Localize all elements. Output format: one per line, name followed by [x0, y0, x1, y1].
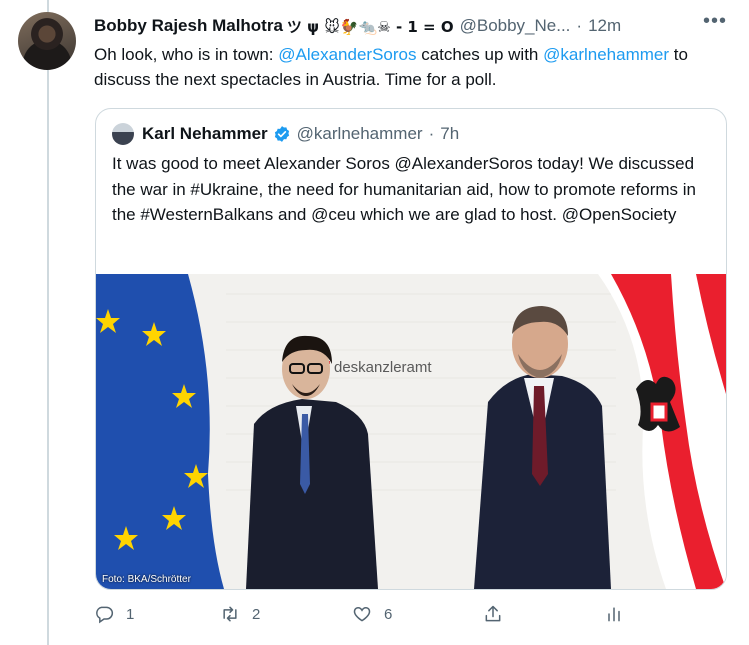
photo-credit: Foto: BKA/Schrötter — [102, 574, 191, 585]
avatar[interactable] — [18, 12, 76, 70]
verified-badge-icon — [274, 126, 289, 142]
tweet-header: Bobby Rajesh Malhotra ツ ψ 🐭🐓🐀☠ - 1 = O @… — [94, 14, 749, 38]
quoted-tweet[interactable]: Karl Nehammer @karlnehammer · 7h It was … — [95, 108, 727, 590]
photo-illustration: deskanzleramt — [96, 274, 726, 589]
tweet-time[interactable]: 12m — [588, 16, 621, 36]
share-icon — [485, 605, 501, 622]
share-button[interactable] — [483, 604, 515, 624]
author-name[interactable]: Bobby Rajesh Malhotra — [94, 16, 283, 36]
quoted-avatar[interactable] — [112, 123, 134, 145]
wall-text: deskanzleramt — [334, 359, 432, 376]
quoted-photo[interactable]: deskanzleramt Foto: BKA/Schrötter — [96, 274, 726, 589]
separator-dot: · — [428, 124, 435, 143]
like-count: 6 — [384, 605, 393, 623]
more-options-icon[interactable]: ••• — [703, 10, 727, 33]
quoted-author-name[interactable]: Karl Nehammer — [142, 124, 268, 144]
analytics-button[interactable] — [604, 604, 636, 624]
tweet-text-part: Oh look, who is in town: — [94, 45, 279, 64]
reply-count: 1 — [126, 605, 135, 623]
like-button[interactable]: 6 — [352, 604, 392, 624]
thread-connector-line — [47, 0, 49, 645]
mention-link[interactable]: @karlnehammer — [543, 45, 669, 64]
heart-icon — [353, 606, 371, 622]
retweet-button[interactable]: 2 — [220, 604, 260, 624]
reply-button[interactable]: 1 — [94, 604, 134, 624]
tweet-text-part: catches up with — [416, 45, 544, 64]
tweet-text: Oh look, who is in town: @AlexanderSoros… — [94, 42, 734, 92]
action-bar: 1 2 6 — [94, 604, 634, 630]
retweet-icon — [223, 606, 237, 622]
analytics-icon — [608, 607, 620, 622]
author-handle[interactable]: @Bobby_Ne... — [460, 16, 571, 36]
quoted-time[interactable]: 7h — [440, 124, 459, 144]
quoted-tweet-header: Karl Nehammer @karlnehammer · 7h — [112, 123, 459, 145]
retweet-count: 2 — [252, 605, 261, 623]
mention-link[interactable]: @AlexanderSoros — [278, 45, 416, 64]
quoted-author-handle[interactable]: @karlnehammer — [297, 124, 423, 144]
author-emoji: ツ ψ 🐭🐓🐀☠ - 1 = O — [286, 17, 454, 36]
separator-dot: · — [576, 16, 583, 35]
reply-icon — [96, 606, 114, 624]
quoted-tweet-text: It was good to meet Alexander Soros @Ale… — [112, 154, 696, 224]
